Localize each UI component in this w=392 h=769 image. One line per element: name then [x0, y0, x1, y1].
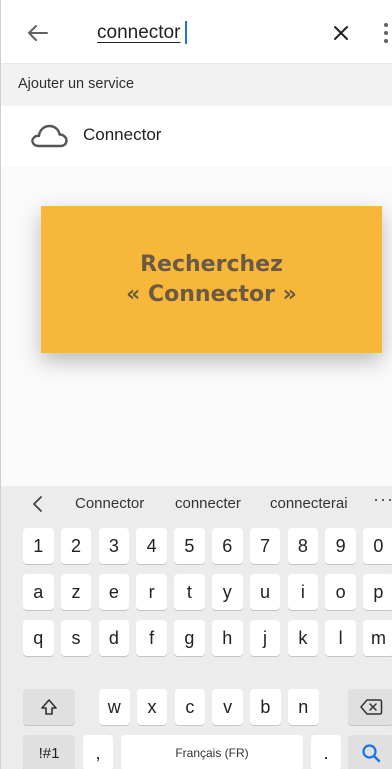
key-9[interactable]: 9 — [325, 528, 356, 564]
text-cursor — [185, 21, 187, 44]
key-5[interactable]: 5 — [174, 528, 205, 564]
key-3[interactable]: 3 — [98, 528, 130, 564]
annotation-text: Recherchez « Connector » — [126, 251, 297, 307]
result-item-connector[interactable]: Connector — [1, 106, 392, 166]
key-8[interactable]: 8 — [287, 528, 319, 564]
backspace-key[interactable] — [348, 689, 392, 725]
back-arrow-icon[interactable] — [23, 18, 53, 48]
key-l[interactable]: l — [325, 620, 356, 656]
key-1[interactable]: 1 — [23, 528, 54, 564]
key-0[interactable]: 0 — [363, 528, 392, 564]
comma-key[interactable]: , — [83, 735, 113, 769]
key-v[interactable]: v — [212, 689, 243, 725]
key-h[interactable]: h — [212, 620, 243, 656]
search-icon — [361, 744, 380, 763]
key-z[interactable]: z — [60, 574, 92, 610]
key-c[interactable]: c — [174, 689, 206, 725]
result-label: Connector — [83, 125, 162, 144]
key-s[interactable]: s — [60, 620, 92, 656]
annotation-callout: Recherchez « Connector » — [41, 206, 382, 353]
shift-icon — [41, 699, 57, 715]
space-key[interactable]: Français (FR) — [121, 735, 303, 769]
suggestion-2[interactable]: connecter — [175, 495, 241, 512]
shift-key[interactable] — [23, 689, 75, 725]
key-k[interactable]: k — [287, 620, 319, 656]
suggestion-more-button[interactable]: ··· — [373, 489, 392, 510]
key-f[interactable]: f — [136, 620, 167, 656]
key-i[interactable]: i — [287, 574, 319, 610]
close-icon[interactable] — [327, 19, 355, 47]
key-t[interactable]: t — [174, 574, 205, 610]
key-a[interactable]: a — [23, 574, 54, 610]
screen: Ajouter un service Connector Recherchez … — [0, 0, 392, 769]
key-b[interactable]: b — [250, 689, 281, 725]
key-g[interactable]: g — [174, 620, 205, 656]
suggestion-bar: Connector connecter connecterai ··· — [1, 486, 392, 522]
key-d[interactable]: d — [98, 620, 130, 656]
key-j[interactable]: j — [249, 620, 281, 656]
backspace-icon — [359, 699, 382, 715]
key-w[interactable]: w — [99, 689, 130, 725]
symbols-key[interactable]: !#1 — [23, 735, 75, 769]
key-7[interactable]: 7 — [249, 528, 281, 564]
key-e[interactable]: e — [98, 574, 130, 610]
key-2[interactable]: 2 — [60, 528, 92, 564]
search-key[interactable] — [348, 735, 392, 769]
key-r[interactable]: r — [136, 574, 167, 610]
search-bar — [1, 0, 392, 64]
key-6[interactable]: 6 — [212, 528, 243, 564]
suggestion-1[interactable]: Connector — [75, 495, 144, 512]
key-u[interactable]: u — [249, 574, 281, 610]
key-p[interactable]: p — [363, 574, 392, 610]
key-o[interactable]: o — [325, 574, 356, 610]
key-m[interactable]: m — [363, 620, 392, 656]
section-header: Ajouter un service — [1, 64, 392, 106]
key-q[interactable]: q — [23, 620, 54, 656]
key-y[interactable]: y — [212, 574, 243, 610]
section-title: Ajouter un service — [18, 76, 135, 92]
chevron-left-icon[interactable] — [30, 494, 46, 514]
cloud-outline-icon — [29, 121, 69, 151]
key-n[interactable]: n — [288, 689, 319, 725]
key-4[interactable]: 4 — [136, 528, 167, 564]
period-key[interactable]: . — [311, 735, 341, 769]
more-vert-icon[interactable] — [379, 20, 392, 46]
search-input[interactable] — [97, 20, 297, 46]
soft-keyboard: Connector connecter connecterai ··· 1234… — [1, 486, 392, 769]
suggestion-3[interactable]: connecterai — [270, 495, 348, 512]
key-x[interactable]: x — [136, 689, 168, 725]
